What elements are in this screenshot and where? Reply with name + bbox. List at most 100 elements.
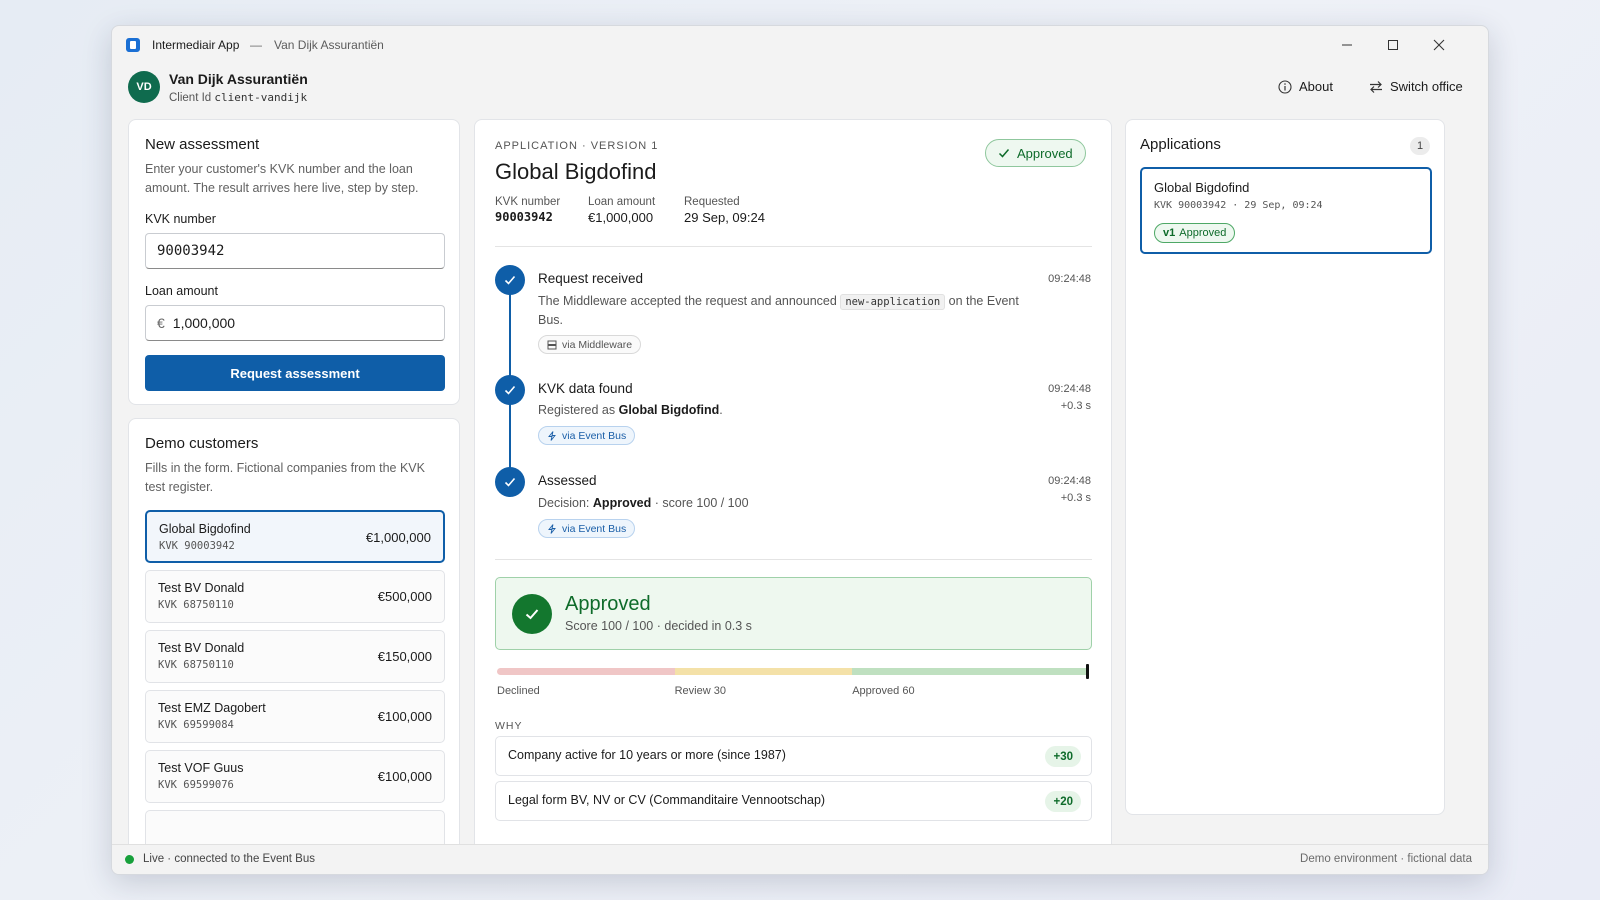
maximize-button[interactable] [1370,26,1416,64]
request-assessment-button[interactable]: Request assessment [145,355,445,391]
demo-customer-amount: €150,000 [377,649,432,664]
application-detail-card: APPLICATION · VERSION 1 Global Bigdofind… [474,119,1112,858]
status-badge-label: Approved [1017,145,1073,161]
reason-text: Company active for 10 years or more (sin… [508,748,786,762]
demo-customer-item[interactable]: Test EMZ Dagobert KVK 69599084 €100,000 [145,690,445,743]
client-id-value: client-vandijk [214,91,308,104]
demo-customer-name: Test BV Donald [158,581,245,595]
applications-panel: Applications 1 Global Bigdofind KVK 9000… [1125,119,1445,815]
live-status-icon [125,855,134,864]
step-description: Registered as Global Bigdofind. [538,401,998,419]
reason-row: Company active for 10 years or more (sin… [495,736,1092,776]
demo-customer-name: Test BV Donald [158,641,245,655]
check-icon [504,385,516,395]
application-item-meta: KVK 90003942 · 29 Sep, 09:24 [1154,200,1323,211]
meta-kvk-label: KVK number [495,196,561,208]
kvk-field-label: KVK number [145,212,216,226]
step-done-indicator [495,265,525,295]
meta-requested-label: Requested [684,196,740,208]
loan-amount-input[interactable]: € 1,000,000 [145,305,445,341]
application-item-status: v1 Approved [1154,223,1236,243]
step-desc-text: . [719,403,723,417]
score-scale [497,664,1089,680]
application-item-status-label: Approved [1179,227,1227,239]
result-subtitle: Score 100 / 100 · decided in 0.3 s [565,619,752,633]
application-overline: APPLICATION · VERSION 1 [495,140,659,152]
step-done-indicator [495,467,525,497]
scale-approved-segment [852,668,1089,675]
application-item-version: v1 [1163,227,1176,239]
check-icon [504,275,516,285]
step-description: Decision: Approved · score 100 / 100 [538,494,998,512]
meta-kvk-value: 90003942 [495,210,553,224]
title-bar: Intermediair App — Van Dijk Assurantiën [112,26,1488,64]
minimize-icon [1342,44,1352,46]
title-separator: — [250,38,262,52]
demo-customers-description: Fills in the form. Fictional companies f… [145,461,425,494]
close-button[interactable] [1416,26,1462,64]
application-list-item[interactable]: Global Bigdofind KVK 90003942 · 29 Sep, … [1140,167,1432,254]
step-time: 09:24:48 [1048,273,1091,285]
source-pill-label: via Event Bus [562,522,627,535]
demo-customers-title: Demo customers [145,435,259,452]
applications-title: Applications [1140,136,1221,153]
environment-note: Demo environment · fictional data [1300,853,1472,865]
demo-customer-name: Test VOF Guus [158,761,244,775]
lightning-icon [548,523,556,534]
application-title: Global Bigdofind [495,159,657,184]
switch-arrows-icon [1370,80,1382,93]
result-banner: Approved Score 100 / 100 · decided in 0.… [495,577,1092,650]
step-done-indicator [495,375,525,405]
source-pill: via Middleware [538,335,642,354]
server-icon [547,340,557,349]
step-desc-text: · score 100 / 100 [654,496,749,510]
demo-customer-item[interactable]: Test VOF Guus KVK 69599076 €100,000 [145,750,445,803]
application-item-name: Global Bigdofind [1154,180,1250,195]
step-time: 09:24:48 [1048,383,1091,395]
meta-loan-value: €1,000,000 [588,210,654,225]
check-icon [998,149,1010,158]
window-subtitle: Van Dijk Assurantiën [274,38,384,52]
demo-customer-item[interactable]: Test BV Donald KVK 68750110 €500,000 [145,570,445,623]
reason-row: Legal form BV, NV or CV (Commanditaire V… [495,781,1092,821]
step-delta: +0.3 s [1060,400,1091,412]
demo-customers-card: Demo customers Fills in the form. Fictio… [128,418,460,858]
step-desc-text: Registered as [538,403,616,417]
step-delta: +0.3 s [1060,492,1091,504]
scale-label-review: Review 30 [674,685,726,697]
demo-customer-kvk: KVK 69599084 [158,719,234,731]
step-desc-strong: Approved [592,496,652,510]
applications-count: 1 [1410,137,1430,155]
office-name: Van Dijk Assurantiën [169,71,308,87]
step-title: Assessed [538,473,597,488]
close-icon [1433,39,1445,51]
demo-customer-item[interactable]: Test BV Donald KVK 68750110 €150,000 [145,630,445,683]
new-assessment-description: Enter your customer's KVK number and the… [145,162,419,195]
minimize-button[interactable] [1324,26,1370,64]
switch-office-button[interactable]: Switch office [1369,79,1463,94]
new-assessment-card: New assessment Enter your customer's KVK… [128,119,460,405]
about-button[interactable]: About [1278,79,1333,94]
app-logo-icon [126,38,140,52]
reason-points: +20 [1045,791,1081,812]
scale-declined-segment [497,668,675,675]
demo-customer-amount: €1,000,000 [365,530,431,545]
demo-customer-kvk: KVK 68750110 [158,599,234,611]
source-pill: via Event Bus [538,519,636,538]
loan-field-label: Loan amount [145,284,218,298]
switch-office-label: Switch office [1390,79,1463,94]
result-title: Approved [565,593,651,615]
demo-customer-item[interactable]: Global Bigdofind KVK 90003942 €1,000,000 [145,510,445,563]
check-icon [504,477,516,487]
client-id: Client Id client-vandijk [169,91,307,104]
kvk-number-input[interactable]: 90003942 [145,233,445,269]
step-time: 09:24:48 [1048,475,1091,487]
maximize-icon [1388,40,1398,50]
demo-customer-name: Global Bigdofind [159,522,251,536]
avatar: VD [128,71,160,103]
source-pill-label: via Middleware [562,338,633,351]
demo-customer-name: Test EMZ Dagobert [158,701,266,715]
step-title: KVK data found [538,381,633,396]
demo-customer-amount: €100,000 [377,769,432,784]
reason-points: +30 [1045,746,1081,767]
